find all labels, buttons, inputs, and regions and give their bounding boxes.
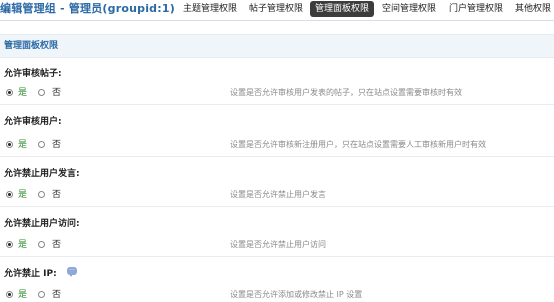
setting-description: 设置是否允许审核用户发表的帖子，只在站点设置需要审核时有效	[230, 88, 462, 97]
radio-yes[interactable]	[6, 89, 13, 96]
option-yes-label: 是	[18, 190, 28, 200]
setting-label-ban-user-post: 允许禁止用户发言:	[4, 169, 80, 179]
setting-label-ban-user-visit: 允许禁止用户访问:	[4, 219, 80, 229]
radio-yes[interactable]	[6, 141, 13, 148]
radio-no[interactable]	[38, 89, 45, 96]
tab-post-permissions[interactable]: 帖子管理权限	[246, 2, 306, 17]
comment-help-icon[interactable]: ···	[67, 267, 77, 277]
option-no-label: 否	[52, 240, 62, 250]
section-header: 管理面板权限	[0, 34, 554, 58]
setting-label-moderate-users: 允许审核用户:	[4, 117, 62, 127]
setting-row-ban-ip: 是 否 设置是否允许添加或修改禁止 IP 设置	[0, 286, 554, 302]
option-no-label: 否	[52, 140, 62, 150]
tab-portal-permissions[interactable]: 门户管理权限	[446, 2, 506, 17]
tab-thread-permissions[interactable]: 主题管理权限	[180, 2, 240, 17]
option-yes-label: 是	[18, 140, 28, 150]
option-yes-label: 是	[18, 88, 28, 98]
option-no-label: 否	[52, 88, 62, 98]
radio-no[interactable]	[38, 141, 45, 148]
option-yes-label: 是	[18, 290, 28, 300]
radio-no[interactable]	[38, 241, 45, 248]
option-no-label: 否	[52, 190, 62, 200]
tab-admin-panel-permissions[interactable]: 管理面板权限	[310, 1, 374, 17]
radio-no[interactable]	[38, 191, 45, 198]
setting-description: 设置是否允许禁止用户访问	[230, 240, 326, 249]
setting-description: 设置是否允许禁止用户发言	[230, 190, 326, 199]
setting-row-ban-user-visit: 是 否 设置是否允许禁止用户访问	[0, 236, 554, 257]
setting-label-ban-ip: 允许禁止 IP:	[4, 269, 57, 279]
tab-space-permissions[interactable]: 空间管理权限	[380, 2, 438, 17]
option-no-label: 否	[52, 290, 62, 300]
tab-other-permissions[interactable]: 其他权限	[512, 2, 554, 17]
setting-description: 设置是否允许审核新注册用户，只在站点设置需要人工审核新用户时有效	[230, 140, 486, 149]
top-bar: 编辑管理组 - 管理员(groupid:1) 主题管理权限 帖子管理权限 管理面…	[0, 0, 554, 21]
page-title: 编辑管理组 - 管理员(groupid:1)	[0, 2, 175, 15]
setting-row-moderate-posts: 是 否 设置是否允许审核用户发表的帖子，只在站点设置需要审核时有效	[0, 84, 554, 105]
option-yes-label: 是	[18, 240, 28, 250]
setting-label-moderate-posts: 允许审核帖子:	[4, 69, 62, 79]
setting-row-ban-user-post: 是 否 设置是否允许禁止用户发言	[0, 186, 554, 207]
section-title: 管理面板权限	[4, 41, 59, 51]
radio-no[interactable]	[38, 291, 45, 298]
radio-yes[interactable]	[6, 291, 13, 298]
setting-row-moderate-users: 是 否 设置是否允许审核新注册用户，只在站点设置需要人工审核新用户时有效	[0, 136, 554, 157]
radio-yes[interactable]	[6, 241, 13, 248]
setting-description: 设置是否允许添加或修改禁止 IP 设置	[230, 290, 363, 299]
radio-yes[interactable]	[6, 191, 13, 198]
